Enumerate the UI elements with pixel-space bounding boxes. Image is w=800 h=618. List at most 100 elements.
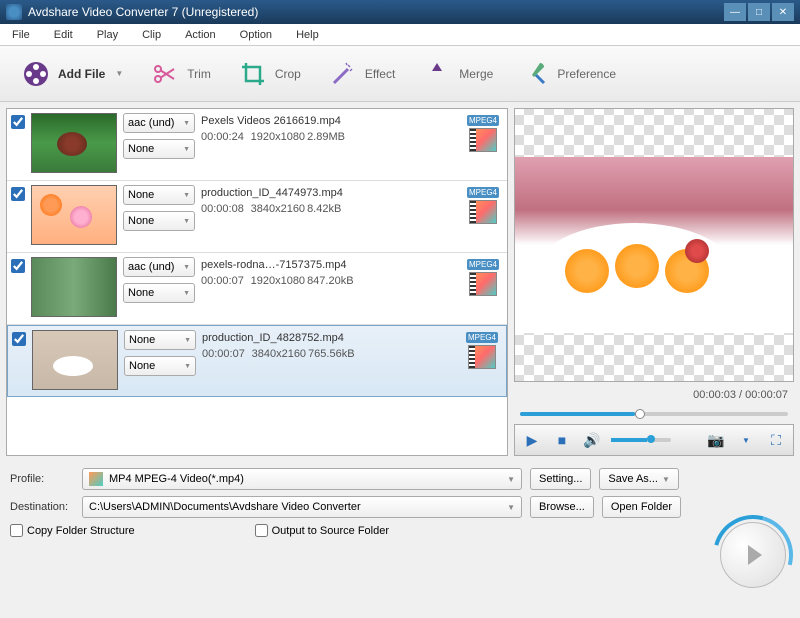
file-row[interactable]: None▼ None▼ production_ID_4474973.mp4 00… <box>7 181 507 253</box>
chevron-down-icon: ▼ <box>507 503 515 512</box>
file-list[interactable]: aac (und)▼ None▼ Pexels Videos 2616619.m… <box>6 108 508 456</box>
file-format: MPEG4 <box>463 185 503 225</box>
bottom-panel: Profile: MP4 MPEG-4 Video(*.mp4) ▼ Setti… <box>0 462 800 543</box>
merge-button[interactable]: Merge <box>413 54 503 94</box>
format-icon <box>469 200 497 224</box>
audio-track-dropdown[interactable]: aac (und)▼ <box>123 257 195 277</box>
preview-time: 00:00:03 / 00:00:07 <box>514 386 794 404</box>
profile-combo[interactable]: MP4 MPEG-4 Video(*.mp4) ▼ <box>82 468 522 490</box>
preview-controls: ▶ ■ 🔊 📷 ▼ ⛶ <box>514 424 794 456</box>
file-meta: 00:00:07 1920x1080847.20kB <box>201 275 457 287</box>
copy-folder-checkbox[interactable]: Copy Folder Structure <box>10 524 135 537</box>
menu-edit[interactable]: Edit <box>50 27 77 43</box>
wand-icon <box>329 60 357 88</box>
menu-play[interactable]: Play <box>93 27 122 43</box>
subtitle-dropdown[interactable]: None▼ <box>123 283 195 303</box>
file-row[interactable]: aac (und)▼ None▼ pexels-rodna…-7157375.m… <box>7 253 507 325</box>
file-checkbox[interactable] <box>12 332 26 346</box>
play-icon <box>748 545 762 565</box>
destination-label: Destination: <box>10 501 74 513</box>
profile-label: Profile: <box>10 473 74 485</box>
trim-label: Trim <box>187 67 211 81</box>
volume-slider[interactable] <box>611 438 671 442</box>
merge-label: Merge <box>459 67 493 81</box>
preview-panel: 00:00:03 / 00:00:07 ▶ ■ 🔊 📷 ▼ ⛶ <box>514 108 794 456</box>
profile-value: MP4 MPEG-4 Video(*.mp4) <box>109 473 244 485</box>
time-current: 00:00:03 <box>693 389 736 401</box>
audio-track-dropdown[interactable]: aac (und)▼ <box>123 113 195 133</box>
file-thumbnail <box>31 257 117 317</box>
format-icon <box>469 128 497 152</box>
snapshot-dropdown[interactable]: ▼ <box>735 429 757 451</box>
app-icon <box>6 4 22 20</box>
file-meta: 00:00:07 3840x2160765.56kB <box>202 348 456 360</box>
preference-label: Preference <box>557 67 616 81</box>
merge-icon <box>423 60 451 88</box>
file-format: MPEG4 <box>462 330 502 370</box>
add-file-label: Add File <box>58 67 105 81</box>
file-name: Pexels Videos 2616619.mp4 <box>201 115 457 127</box>
menu-option[interactable]: Option <box>236 27 276 43</box>
file-checkbox[interactable] <box>11 115 25 129</box>
time-total: 00:00:07 <box>745 389 788 401</box>
open-folder-button[interactable]: Open Folder <box>602 496 681 518</box>
menu-action[interactable]: Action <box>181 27 220 43</box>
audio-track-dropdown[interactable]: None▼ <box>124 330 196 350</box>
chevron-down-icon: ▼ <box>507 475 515 484</box>
close-button[interactable]: ✕ <box>772 3 794 21</box>
film-roll-icon <box>22 60 50 88</box>
file-thumbnail <box>31 113 117 173</box>
destination-combo[interactable]: C:\Users\ADMIN\Documents\Avdshare Video … <box>82 496 522 518</box>
mp4-icon <box>89 472 103 486</box>
add-file-button[interactable]: Add File ▼ <box>12 54 133 94</box>
file-thumbnail <box>32 330 118 390</box>
file-format: MPEG4 <box>463 257 503 297</box>
subtitle-dropdown[interactable]: None▼ <box>123 211 195 231</box>
menu-clip[interactable]: Clip <box>138 27 165 43</box>
crop-icon <box>239 60 267 88</box>
minimize-button[interactable]: — <box>724 3 746 21</box>
maximize-button[interactable]: □ <box>748 3 770 21</box>
save-as-button[interactable]: Save As...▼ <box>599 468 678 490</box>
output-source-check-input[interactable] <box>255 524 268 537</box>
volume-icon[interactable]: 🔊 <box>581 429 603 451</box>
menubar: File Edit Play Clip Action Option Help <box>0 24 800 46</box>
setting-button[interactable]: Setting... <box>530 468 591 490</box>
preview-area <box>514 108 794 382</box>
destination-value: C:\Users\ADMIN\Documents\Avdshare Video … <box>89 501 361 513</box>
stop-button[interactable]: ■ <box>551 429 573 451</box>
toolbar: Add File ▼ Trim Crop Effect Merge Prefer… <box>0 46 800 102</box>
chevron-down-icon: ▼ <box>115 69 123 78</box>
file-name: production_ID_4474973.mp4 <box>201 187 457 199</box>
trim-button[interactable]: Trim <box>141 54 221 94</box>
effect-button[interactable]: Effect <box>319 54 405 94</box>
format-icon <box>468 345 496 369</box>
preference-button[interactable]: Preference <box>511 54 626 94</box>
file-row[interactable]: aac (und)▼ None▼ Pexels Videos 2616619.m… <box>7 109 507 181</box>
file-name: pexels-rodna…-7157375.mp4 <box>201 259 457 271</box>
copy-folder-check-input[interactable] <box>10 524 23 537</box>
file-checkbox[interactable] <box>11 259 25 273</box>
menu-file[interactable]: File <box>8 27 34 43</box>
titlebar: Avdshare Video Converter 7 (Unregistered… <box>0 0 800 24</box>
menu-help[interactable]: Help <box>292 27 323 43</box>
subtitle-dropdown[interactable]: None▼ <box>124 356 196 376</box>
file-format: MPEG4 <box>463 113 503 153</box>
audio-track-dropdown[interactable]: None▼ <box>123 185 195 205</box>
file-checkbox[interactable] <box>11 187 25 201</box>
convert-button[interactable] <box>720 522 786 588</box>
crop-button[interactable]: Crop <box>229 54 311 94</box>
effect-label: Effect <box>365 67 395 81</box>
output-source-checkbox[interactable]: Output to Source Folder <box>255 524 389 537</box>
seek-slider[interactable] <box>514 408 794 420</box>
tools-icon <box>521 60 549 88</box>
window-title: Avdshare Video Converter 7 (Unregistered… <box>28 5 724 19</box>
file-thumbnail <box>31 185 117 245</box>
snapshot-button[interactable]: 📷 <box>705 429 727 451</box>
subtitle-dropdown[interactable]: None▼ <box>123 139 195 159</box>
play-button[interactable]: ▶ <box>521 429 543 451</box>
file-name: production_ID_4828752.mp4 <box>202 332 456 344</box>
browse-button[interactable]: Browse... <box>530 496 594 518</box>
fullscreen-button[interactable]: ⛶ <box>765 429 787 451</box>
file-row[interactable]: None▼ None▼ production_ID_4828752.mp4 00… <box>7 325 507 397</box>
